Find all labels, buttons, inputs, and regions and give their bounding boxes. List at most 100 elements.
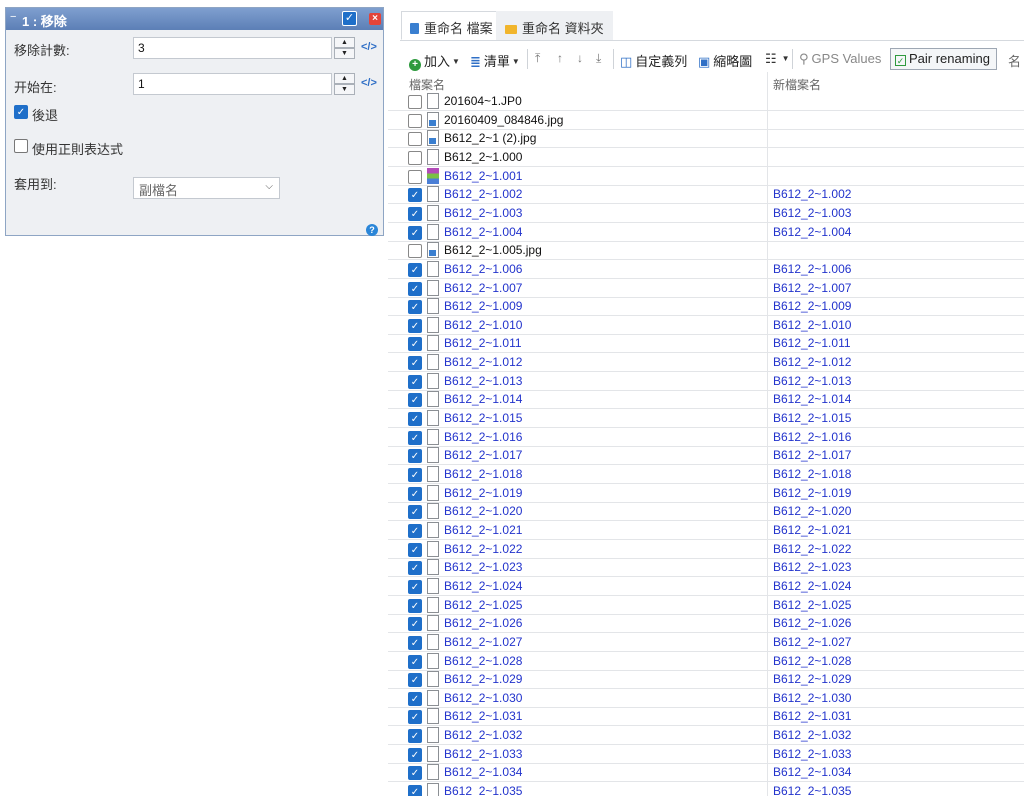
code-icon[interactable]: </> (361, 41, 377, 53)
add-button[interactable]: + 加入 ▼ (409, 51, 460, 71)
table-row[interactable]: ✓ B612_2~1.014 B612_2~1.014 (388, 390, 1024, 410)
table-row[interactable]: ✓ B612_2~1.026 B612_2~1.026 (388, 614, 1024, 634)
file-list[interactable]: ✓ 201604~1.JP0 ✓ 20160409_084846.jpg ✓ B612_2… (388, 92, 1024, 796)
table-row[interactable]: ✓ B612_2~1.015 B612_2~1.015 (388, 409, 1024, 429)
table-row[interactable]: ✓ B612_2~1.005.jpg (388, 241, 1024, 261)
rule-header[interactable]: − 1 : 移除 ✓ × (6, 8, 383, 30)
pair-renaming-toggle[interactable]: ✓ Pair renaming (890, 48, 997, 70)
row-checkbox[interactable]: ✓ (408, 542, 422, 557)
backward-checkbox[interactable]: ✓ (14, 105, 28, 119)
row-checkbox[interactable]: ✓ (408, 169, 422, 184)
row-checkbox[interactable]: ✓ (408, 95, 422, 109)
table-row[interactable]: ✓ B612_2~1.033 B612_2~1.033 (388, 744, 1024, 764)
spin-down-button[interactable]: ▼ (334, 48, 355, 59)
table-row[interactable]: ✓ B612_2~1.020 B612_2~1.020 (388, 502, 1024, 522)
tab-rename-files[interactable]: 重命名 檔案 (401, 11, 502, 40)
move-top-icon[interactable]: ⤒ (535, 51, 540, 66)
table-row[interactable]: ✓ B612_2~1.022 B612_2~1.022 (388, 539, 1024, 559)
move-down-icon[interactable]: ↓ (577, 51, 583, 65)
row-checkbox[interactable]: ✓ (408, 785, 422, 796)
table-row[interactable]: ✓ B612_2~1.034 B612_2~1.034 (388, 763, 1024, 783)
row-checkbox[interactable]: ✓ (408, 729, 422, 744)
table-row[interactable]: ✓ B612_2~1.025 B612_2~1.025 (388, 595, 1024, 615)
table-row[interactable]: ✓ B612_2~1.030 B612_2~1.030 (388, 688, 1024, 708)
row-checkbox[interactable]: ✓ (408, 579, 422, 594)
table-row[interactable]: ✓ B612_2~1.010 B612_2~1.010 (388, 315, 1024, 335)
row-checkbox[interactable]: ✓ (408, 468, 422, 482)
spin-down-button[interactable]: ▼ (334, 84, 355, 95)
table-row[interactable]: ✓ B612_2~1.013 B612_2~1.013 (388, 371, 1024, 391)
column-header-name[interactable]: 檔案名 (409, 76, 445, 93)
row-checkbox[interactable]: ✓ (408, 747, 422, 762)
row-checkbox[interactable]: ✓ (408, 617, 422, 632)
row-checkbox[interactable]: ✓ (408, 337, 422, 352)
row-checkbox[interactable]: ✓ (408, 505, 422, 520)
view-options-button[interactable]: ☷ ▼ (765, 51, 790, 67)
tab-rename-folders[interactable]: 重命名 資料夾 (496, 11, 613, 40)
row-checkbox[interactable]: ✓ (408, 132, 422, 147)
row-checkbox[interactable]: ✓ (408, 188, 422, 203)
spin-up-button[interactable]: ▲ (334, 73, 355, 84)
row-checkbox[interactable]: ✓ (408, 635, 422, 650)
row-checkbox[interactable]: ✓ (408, 710, 422, 725)
regex-checkbox[interactable]: ✓ (14, 139, 28, 153)
table-row[interactable]: ✓ B612_2~1.007 B612_2~1.007 (388, 278, 1024, 298)
gps-values-button[interactable]: ⚲ GPS Values (799, 51, 881, 67)
table-row[interactable]: ✓ B612_2~1.019 B612_2~1.019 (388, 483, 1024, 503)
row-checkbox[interactable]: ✓ (408, 225, 422, 240)
table-row[interactable]: ✓ B612_2~1.004 B612_2~1.004 (388, 222, 1024, 242)
row-checkbox[interactable]: ✓ (408, 262, 422, 277)
row-checkbox[interactable]: ✓ (408, 374, 422, 389)
table-row[interactable]: ✓ B612_2~1.012 B612_2~1.012 (388, 353, 1024, 373)
table-row[interactable]: ✓ B612_2~1.002 B612_2~1.002 (388, 185, 1024, 205)
table-row[interactable]: ✓ B612_2~1.031 B612_2~1.031 (388, 707, 1024, 727)
help-icon[interactable]: ? (366, 224, 378, 236)
row-checkbox[interactable]: ✓ (408, 673, 422, 688)
start-at-input[interactable] (133, 73, 332, 95)
table-row[interactable]: ✓ B612_2~1.006 B612_2~1.006 (388, 259, 1024, 279)
list-button[interactable]: ≣ 清單 ▼ (470, 51, 520, 70)
table-row[interactable]: ✓ B612_2~1.027 B612_2~1.027 (388, 632, 1024, 652)
apply-to-select[interactable]: 副檔名 ⌵ (133, 177, 280, 199)
table-row[interactable]: ✓ B612_2~1.024 B612_2~1.024 (388, 576, 1024, 596)
row-checkbox[interactable]: ✓ (408, 561, 422, 576)
table-row[interactable]: ✓ B612_2~1.023 B612_2~1.023 (388, 558, 1024, 578)
custom-columns-button[interactable]: ◫ 自定義列 (620, 51, 687, 70)
collapse-icon[interactable]: − (10, 11, 16, 23)
table-row[interactable]: ✓ B612_2~1.011 B612_2~1.011 (388, 334, 1024, 354)
move-up-icon[interactable]: ↑ (557, 51, 563, 65)
row-checkbox[interactable]: ✓ (408, 300, 422, 315)
table-row[interactable]: ✓ B612_2~1.009 B612_2~1.009 (388, 297, 1024, 317)
code-icon[interactable]: </> (361, 77, 377, 89)
row-checkbox[interactable]: ✓ (408, 598, 422, 613)
table-row[interactable]: ✓ B612_2~1.018 B612_2~1.018 (388, 465, 1024, 484)
table-row[interactable]: ✓ B612_2~1.035 B612_2~1.035 (388, 782, 1024, 796)
spin-up-button[interactable]: ▲ (334, 37, 355, 48)
row-checkbox[interactable]: ✓ (408, 486, 422, 501)
row-checkbox[interactable]: ✓ (408, 766, 422, 781)
table-row[interactable]: ✓ B612_2~1 (2).jpg (388, 129, 1024, 149)
table-row[interactable]: ✓ 201604~1.JP0 (388, 92, 1024, 111)
table-row[interactable]: ✓ 20160409_084846.jpg (388, 110, 1024, 130)
row-checkbox[interactable]: ✓ (408, 150, 422, 165)
row-checkbox[interactable]: ✓ (408, 412, 422, 427)
row-checkbox[interactable]: ✓ (408, 318, 422, 333)
table-row[interactable]: ✓ B612_2~1.016 B612_2~1.016 (388, 427, 1024, 447)
row-checkbox[interactable]: ✓ (408, 206, 422, 221)
table-row[interactable]: ✓ B612_2~1.003 B612_2~1.003 (388, 203, 1024, 223)
table-row[interactable]: ✓ B612_2~1.000 (388, 147, 1024, 167)
thumbnail-button[interactable]: ▣ 縮略圖 (698, 51, 752, 70)
row-checkbox[interactable]: ✓ (408, 449, 422, 464)
row-checkbox[interactable]: ✓ (408, 113, 422, 128)
move-bottom-icon[interactable]: ⤓ (596, 51, 601, 66)
column-header-new-name[interactable]: 新檔案名 (773, 76, 821, 93)
rule-enabled-checkbox[interactable]: ✓ (342, 11, 357, 26)
row-checkbox[interactable]: ✓ (408, 430, 422, 445)
remove-count-input[interactable] (133, 37, 332, 59)
row-checkbox[interactable]: ✓ (408, 654, 422, 669)
table-row[interactable]: ✓ B612_2~1.032 B612_2~1.032 (388, 726, 1024, 746)
close-icon[interactable]: × (369, 13, 381, 25)
table-row[interactable]: ✓ B612_2~1.001 (388, 166, 1024, 186)
row-checkbox[interactable]: ✓ (408, 691, 422, 706)
table-row[interactable]: ✓ B612_2~1.028 B612_2~1.028 (388, 651, 1024, 671)
